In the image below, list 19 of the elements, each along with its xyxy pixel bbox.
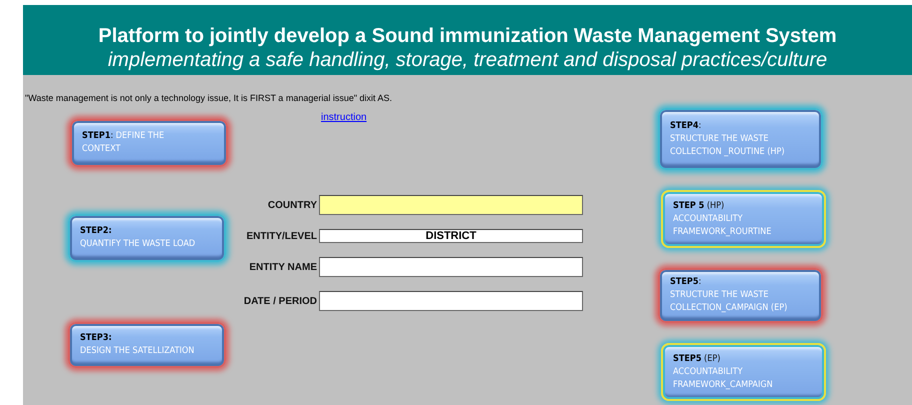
banner-title: Platform to jointly develop a Sound immunization Waste Management System bbox=[97, 24, 838, 48]
input-field[interactable]: DISTRICT bbox=[319, 229, 583, 243]
field-label: ENTITY/LEVEL bbox=[246, 230, 317, 242]
step-button[interactable]: STEP5 (EP) ACCOUNTABILITY FRAMEWORK_CAMPAIGN bbox=[661, 343, 826, 401]
field-label: COUNTRY bbox=[268, 200, 317, 210]
field-label: DATE / PERIOD bbox=[244, 296, 317, 306]
step-button[interactable]: STEP2: QUANTIFY THE WASTE LOAD bbox=[68, 214, 226, 262]
step-button[interactable]: STEP4: STRUCTURE THE WASTE COLLECTION _ROUTINE (HP) bbox=[658, 108, 823, 170]
input-field[interactable] bbox=[319, 291, 583, 311]
step-button[interactable]: STEP 5 (HP) ACCOUNTABILITY FRAMEWORK_ROURTINE bbox=[661, 190, 826, 248]
input-field[interactable] bbox=[319, 257, 583, 277]
step-button[interactable]: STEP3: DESIGN THE SATELLIZATION bbox=[68, 322, 226, 368]
instruction-link[interactable]: instruction bbox=[321, 112, 367, 123]
field-label: ENTITY NAME bbox=[249, 262, 317, 272]
step-button[interactable]: STEP1: DEFINE THE CONTEXT bbox=[70, 119, 228, 167]
quote-text: "Waste management is not only a technology issue, It is FIRST a managerial issue" dixit AS. bbox=[24, 92, 394, 105]
input-field[interactable] bbox=[319, 195, 583, 215]
banner-subtitle: implementating a safe handling, storage, treatment and disposal practices/culture bbox=[106, 48, 828, 72]
step-button[interactable]: STEP5: STRUCTURE THE WASTE COLLECTION_CAMPAIGN (EP) bbox=[658, 268, 823, 323]
